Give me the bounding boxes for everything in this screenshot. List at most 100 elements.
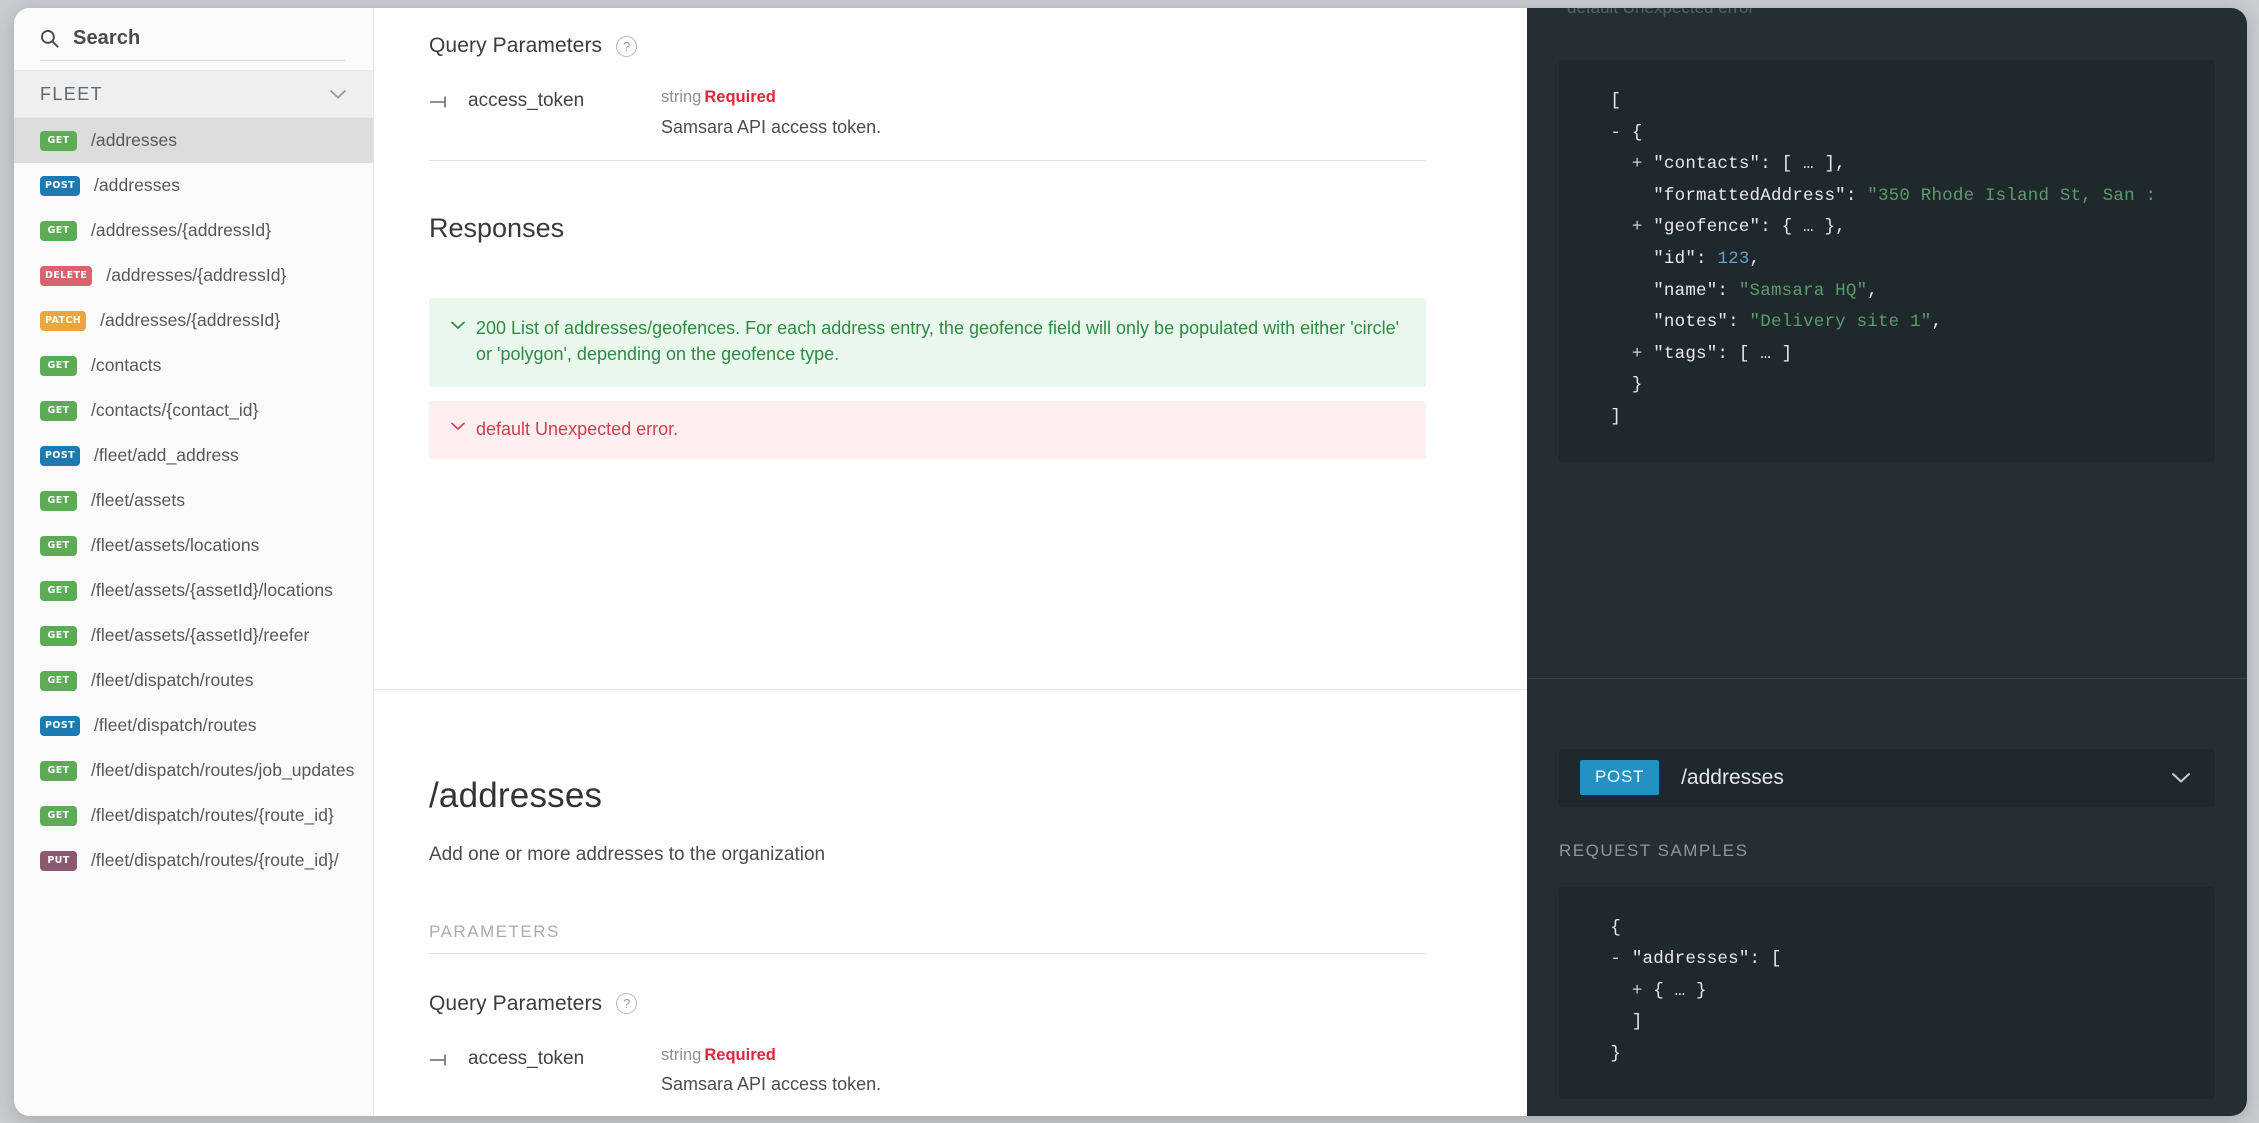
method-badge-get: GET (40, 355, 77, 376)
sidebar-item-get-9[interactable]: GET/fleet/assets/locations (14, 523, 373, 568)
sidebar-item-label: /addresses/{addressId} (106, 265, 287, 285)
sidebar-item-get-0[interactable]: GET/addresses (14, 118, 373, 163)
method-badge-get: GET (40, 580, 77, 601)
api-docs-window: Search FLEET GET/addresses POST/addresses… (14, 8, 2247, 1116)
param-name-bottom: access_token (468, 1047, 585, 1069)
code-line: "name": "Samsara HQ", (1653, 280, 1878, 301)
sidebar-item-label: /fleet/assets/{assetId}/locations (91, 580, 333, 600)
post-addresses-section: /addresses Add one or more addresses to … (374, 700, 1527, 1116)
sidebar-item-label: /fleet/dispatch/routes (93, 715, 257, 735)
code-line: } (1631, 375, 1643, 396)
method-badge-get: GET (40, 625, 77, 646)
code-line: ] (1631, 1012, 1643, 1033)
sidebar-item-label: /contacts (91, 355, 162, 375)
request-sample-code[interactable]: { - "addresses": [ + { … } ] } (1559, 886, 2215, 1099)
documentation-content: Query Parameters ? access_token string R… (374, 8, 1527, 1116)
sidebar-item-post-7[interactable]: POST/fleet/add_address (14, 433, 373, 478)
param-required-badge-top: Required (704, 88, 776, 106)
sidebar-item-patch-4[interactable]: PATCH/addresses/{addressId} (14, 298, 373, 343)
responses-title: Responses (429, 212, 565, 243)
endpoint-description: Add one or more addresses to the organiz… (429, 843, 826, 865)
request-samples-label: REQUEST SAMPLES (1559, 840, 1749, 860)
sidebar-item-label: /addresses/{addressId} (91, 220, 272, 240)
sidebar-item-get-8[interactable]: GET/fleet/assets (14, 478, 373, 523)
param-description-top: Samsara API access token. (661, 116, 882, 137)
param-name-top: access_token (468, 90, 585, 111)
search-input-placeholder[interactable]: Search (73, 27, 140, 50)
required-marker-icon (429, 1048, 451, 1067)
response-default-row[interactable]: default Unexpected error. (429, 401, 1426, 459)
fold-toggle-icon[interactable]: + (1632, 154, 1643, 174)
response-200-row[interactable]: 200 List of addresses/geofences. For eac… (429, 297, 1426, 388)
fold-toggle-icon[interactable]: - (1610, 123, 1621, 143)
method-badge-post: POST (40, 445, 80, 466)
sidebar-item-label: /fleet/dispatch/routes (91, 670, 254, 690)
sidebar-endpoint-list: GET/addresses POST/addresses GET/addresses… (14, 118, 373, 883)
method-badge-get: GET (40, 535, 77, 556)
param-required-badge-bottom: Required (704, 1045, 776, 1064)
sidebar-item-get-2[interactable]: GET/addresses/{addressId} (14, 208, 373, 253)
sidebar-item-post-13[interactable]: POST/fleet/dispatch/routes (14, 703, 373, 748)
help-icon-top[interactable]: ? (616, 35, 638, 57)
sidebar-item-label: /addresses (91, 130, 178, 150)
fold-toggle-icon[interactable]: + (1632, 217, 1643, 237)
get-addresses-section: Query Parameters ? access_token string R… (374, 8, 1527, 700)
chevron-down-icon[interactable] (2171, 772, 2191, 784)
sidebar-item-get-14[interactable]: GET/fleet/dispatch/routes/job_updates (14, 748, 373, 793)
sidebar-item-label: /fleet/dispatch/routes/{route_id} (91, 805, 334, 825)
sidebar-group-fleet[interactable]: FLEET (14, 70, 373, 118)
method-badge-get: GET (40, 400, 77, 421)
query-parameters-title-bottom: Query Parameters (429, 991, 603, 1015)
sidebar-item-get-15[interactable]: GET/fleet/dispatch/routes/{route_id} (14, 793, 373, 838)
sidebar-item-get-6[interactable]: GET/contacts/{contact_id} (14, 388, 373, 433)
fold-toggle-icon[interactable]: - (1610, 949, 1621, 969)
search-row[interactable]: Search (14, 8, 373, 70)
sidebar-item-get-12[interactable]: GET/fleet/dispatch/routes (14, 658, 373, 703)
method-bar-path: /addresses (1681, 765, 1784, 789)
sidebar-item-label: /fleet/dispatch/routes/job_updates (91, 760, 355, 780)
sidebar-item-label: /fleet/assets/{assetId}/reefer (91, 625, 310, 645)
fold-toggle-icon[interactable]: + (1632, 981, 1643, 1001)
sidebar-item-get-11[interactable]: GET/fleet/assets/{assetId}/reefer (14, 613, 373, 658)
sidebar: Search FLEET GET/addresses POST/addresses… (14, 8, 374, 1116)
query-parameters-header-top: Query Parameters ? (429, 24, 1426, 58)
sidebar-item-label: /fleet/add_address (93, 445, 239, 465)
required-marker-icon (429, 90, 451, 109)
code-line: + "geofence": { … }, (1631, 217, 1846, 238)
method-badge-get: GET (40, 130, 77, 151)
sidebar-item-delete-3[interactable]: DELETE/addresses/{addressId} (14, 253, 373, 298)
sidebar-item-post-1[interactable]: POST/addresses (14, 163, 373, 208)
code-line: } (1610, 1043, 1622, 1064)
method-badge-get: GET (40, 670, 77, 691)
param-type-top: string (661, 88, 702, 106)
method-badge-post: POST (40, 715, 80, 736)
param-access-token-bottom: access_token string Required Samsara API … (429, 1016, 1426, 1116)
sidebar-item-get-5[interactable]: GET/contacts (14, 343, 373, 388)
param-type-bottom: string (661, 1045, 702, 1064)
method-selector-bar[interactable]: POST /addresses (1559, 748, 2215, 807)
endpoint-title: /addresses (429, 775, 603, 815)
method-badge-get: GET (40, 220, 77, 241)
response-sample-code[interactable]: [ - { + "contacts": [ … ], "formattedAdd… (1559, 60, 2215, 462)
method-badge-patch: PATCH (40, 310, 87, 331)
code-line: + "tags": [ … ] (1631, 343, 1793, 364)
code-line: - "addresses": [ (1610, 949, 1782, 970)
sidebar-group-label: FLEET (40, 83, 104, 104)
response-200-text: 200 List of addresses/geofences. For eac… (476, 317, 1400, 365)
help-icon-bottom[interactable]: ? (616, 993, 638, 1015)
method-badge-post: POST (40, 175, 80, 196)
sidebar-item-label: /fleet/dispatch/routes/{route_id}/ (91, 850, 339, 870)
chevron-down-icon[interactable] (329, 89, 347, 100)
sidebar-item-get-10[interactable]: GET/fleet/assets/{assetId}/locations (14, 568, 373, 613)
fold-toggle-icon[interactable]: + (1632, 344, 1643, 364)
sidebar-item-label: /addresses (93, 175, 181, 195)
method-badge-get: GET (40, 805, 77, 826)
sidebar-item-put-16[interactable]: PUT/fleet/dispatch/routes/{route_id}/ (14, 838, 373, 883)
sidebar-item-label: /fleet/assets/locations (91, 535, 260, 555)
sidebar-item-label: /contacts/{contact_id} (91, 400, 259, 420)
code-line: { (1610, 917, 1622, 938)
request-sample-block: POST /addresses REQUEST SAMPLES { - "add… (1527, 679, 2247, 1099)
param-type-row-bottom: string Required (661, 1046, 1426, 1066)
param-access-token-top: access_token string Required Samsara API … (429, 58, 1426, 161)
code-line: + { … } (1631, 980, 1707, 1001)
